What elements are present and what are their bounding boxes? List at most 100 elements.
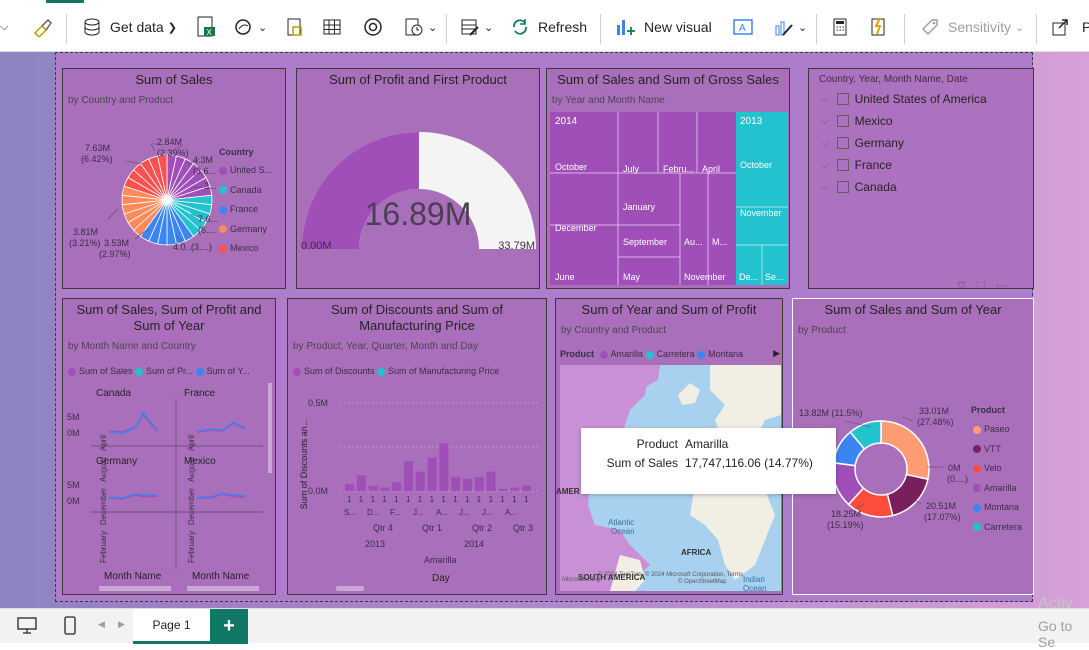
column-bar[interactable] xyxy=(404,461,413,491)
tooltip-key: Sum of Sales xyxy=(606,456,678,470)
pie-label: 4.0... xyxy=(173,242,194,252)
desktop-view-button[interactable] xyxy=(16,615,38,640)
more-visuals-button[interactable]: ⌄ xyxy=(774,14,807,40)
dataverse-button[interactable] xyxy=(284,14,304,40)
slicer-item-france[interactable]: ⌵ France xyxy=(821,158,892,172)
hierarchy-slicer[interactable]: Country, Year, Month Name, Date ⌵ United … xyxy=(808,68,1034,289)
pie-chart-visual[interactable]: Sum of Sales by Country and Product 7.63… xyxy=(62,68,286,289)
legend-item[interactable]: Mexico xyxy=(219,239,272,259)
donut-label: (17.07%) xyxy=(924,512,961,522)
column-bar[interactable] xyxy=(380,487,390,491)
column-bar[interactable] xyxy=(415,471,425,491)
column-bar[interactable] xyxy=(486,471,496,491)
column-bar[interactable] xyxy=(463,478,472,491)
column-bar[interactable] xyxy=(368,485,378,491)
legend-item[interactable]: Germany xyxy=(219,220,272,240)
pie-label: (3.21%) xyxy=(69,238,101,248)
document-icon xyxy=(287,18,302,36)
new-visual-button[interactable]: New visual xyxy=(614,14,712,40)
treemap-visual[interactable]: Sum of Sales and Sum of Gross Sales by Y… xyxy=(546,68,790,289)
focus-mode-icon[interactable]: ⬚ xyxy=(975,279,985,288)
checkbox[interactable] xyxy=(836,137,849,149)
sensitivity-button[interactable]: Sensitivity ⌄ xyxy=(920,14,1024,40)
database-icon xyxy=(84,18,100,36)
column-bar[interactable] xyxy=(451,476,461,491)
donut-slices xyxy=(832,420,930,518)
pie-label: (6.... xyxy=(198,225,217,235)
pie-label: 4.3M xyxy=(193,155,214,165)
column-bar[interactable] xyxy=(392,482,402,491)
slicer-item-germany[interactable]: ⌵ Germany xyxy=(821,136,904,150)
add-page-button[interactable]: + xyxy=(210,609,248,644)
recent-sources-button[interactable]: ⌄ xyxy=(404,14,437,40)
checkbox[interactable] xyxy=(836,115,849,127)
mobile-view-button[interactable] xyxy=(62,615,78,642)
page-tab-1[interactable]: Page 1 xyxy=(133,609,210,644)
chevron-right-icon[interactable]: ▶ xyxy=(118,619,125,630)
column-chart-visual[interactable]: Sum of Discounts and Sum of Manufacturin… xyxy=(287,298,547,595)
publish-label: P xyxy=(1082,19,1089,35)
small-multiples-line-chart[interactable]: Sum of Sales, Sum of Profit and Sum of Y… xyxy=(62,298,276,595)
legend-next-icon[interactable]: ▶ xyxy=(773,348,780,359)
bar-sub-label: A... xyxy=(505,508,518,517)
transform-button[interactable] xyxy=(362,14,384,40)
legend-item[interactable]: Amarilla xyxy=(597,349,643,359)
legend-item[interactable]: Canada xyxy=(219,181,272,201)
legend-item[interactable]: United S... xyxy=(219,161,272,181)
legend-item[interactable]: Paseo xyxy=(973,420,1022,440)
column-bar[interactable] xyxy=(498,489,508,491)
legend-item[interactable]: Velo xyxy=(973,459,1022,479)
enter-data-button[interactable] xyxy=(322,14,342,40)
chevron-down-icon: ⌄ xyxy=(258,21,268,34)
legend-item[interactable]: Montana xyxy=(973,498,1022,518)
checkbox[interactable] xyxy=(836,159,849,171)
donut-slice[interactable] xyxy=(886,473,929,517)
table-icon xyxy=(323,19,341,35)
new-measure-button[interactable] xyxy=(830,14,850,40)
checkbox[interactable] xyxy=(836,181,849,193)
column-bar[interactable] xyxy=(474,476,484,491)
treemap-label: Febru... xyxy=(663,164,695,174)
map-credits[interactable]: © OpenStreetMap xyxy=(678,579,726,585)
column-bar[interactable] xyxy=(427,457,437,491)
report-canvas: Sum of Sales by Country and Product 7.63… xyxy=(0,52,1089,608)
chevron-left-icon[interactable]: ◀ xyxy=(98,619,105,630)
text-box-button[interactable]: A xyxy=(732,14,754,40)
legend-item[interactable]: Carretera xyxy=(645,349,695,359)
excel-button[interactable]: X xyxy=(196,14,216,40)
publish-button[interactable]: P xyxy=(1050,14,1089,40)
slicer-item-usa[interactable]: ⌵ United States of America xyxy=(821,92,987,106)
get-data-button[interactable]: Get data ❯ xyxy=(82,14,177,40)
onelake-button[interactable]: ⌄ xyxy=(234,14,267,40)
pie-label: 7.6... xyxy=(198,214,219,224)
slicer-item-mexico[interactable]: ⌵ Mexico xyxy=(821,114,893,128)
tooltip: Product Amarilla Sum of Sales 17,747,116… xyxy=(581,428,836,494)
column-bar[interactable] xyxy=(439,443,449,491)
slicer-item-canada[interactable]: ⌵ Canada xyxy=(821,180,897,194)
bar-axis-label: 1 xyxy=(370,495,376,504)
column-bar[interactable] xyxy=(522,485,531,491)
donut-slice[interactable] xyxy=(880,420,930,481)
legend-item[interactable]: Carretera xyxy=(973,518,1022,538)
filter-icon[interactable]: ▽ xyxy=(957,279,965,288)
column-bar[interactable] xyxy=(510,487,520,491)
legend-item[interactable]: Montana xyxy=(697,349,743,359)
map-credits[interactable]: © 2024 TomTom, © 2024 Microsoft Corporat… xyxy=(598,572,743,578)
phone-icon xyxy=(64,616,76,635)
legend-item[interactable]: France xyxy=(219,200,272,220)
format-painter-button[interactable] xyxy=(32,14,52,40)
treemap-label: 2014 xyxy=(555,116,578,127)
gauge-visual[interactable]: Sum of Profit and First Product 16.89M 0… xyxy=(296,68,540,289)
more-options-icon[interactable]: ⋯ xyxy=(996,279,1007,288)
checkbox[interactable] xyxy=(836,93,849,105)
legend-item[interactable]: Amarilla xyxy=(973,479,1022,499)
bar-axis-label: 1 xyxy=(417,495,423,504)
legend-item[interactable]: VTT xyxy=(973,440,1022,460)
column-bar[interactable] xyxy=(356,475,366,491)
ribbon-left-chevron[interactable]: ⌵ xyxy=(0,14,8,40)
chevron-down-icon: ⌵ xyxy=(821,137,829,149)
quick-measure-button[interactable] xyxy=(868,14,888,40)
edit-queries-button[interactable]: ⌄ xyxy=(460,14,493,40)
refresh-button[interactable]: Refresh xyxy=(510,14,587,40)
column-bar[interactable] xyxy=(345,483,354,491)
